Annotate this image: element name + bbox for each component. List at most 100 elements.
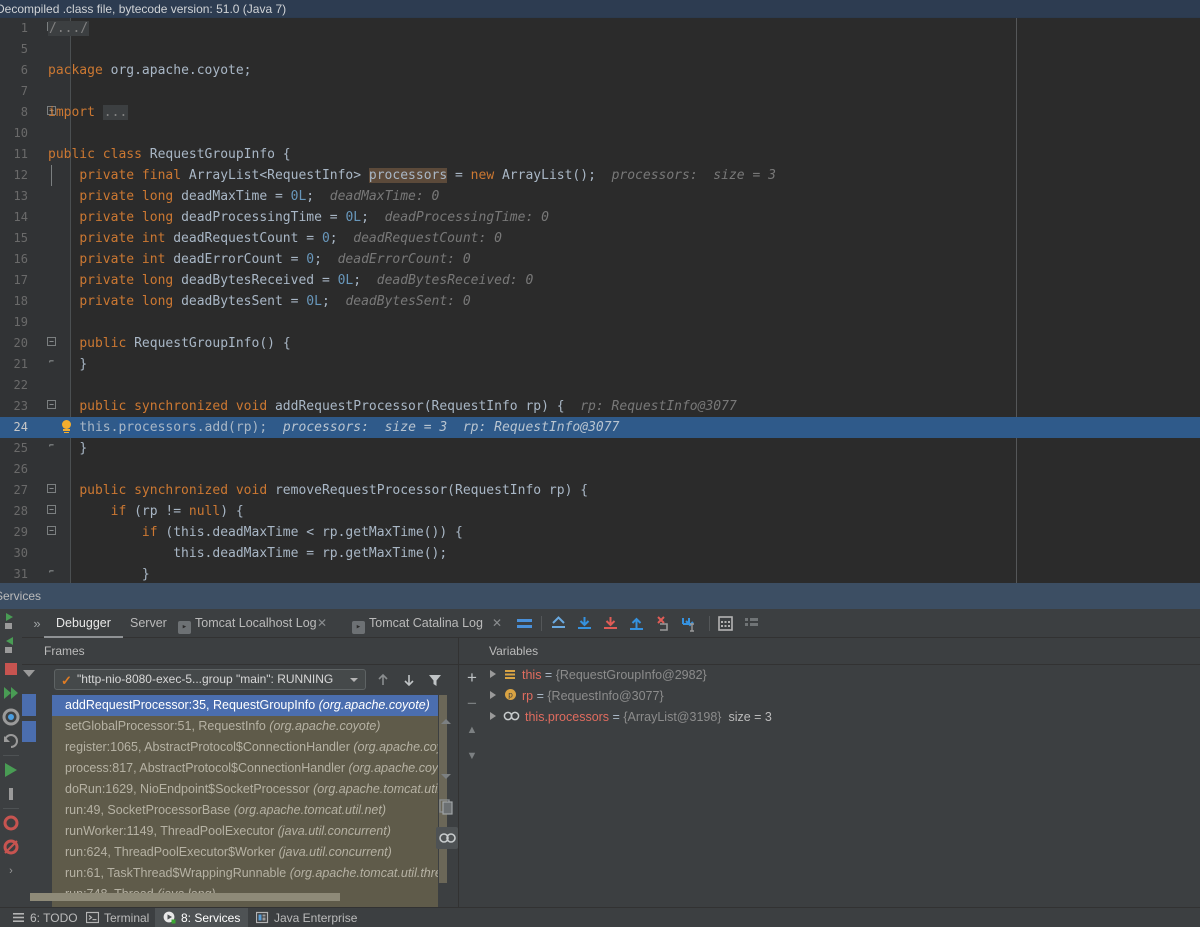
- code-line[interactable]: 22: [0, 375, 1200, 396]
- frame-method: register:1065, AbstractProtocol$Connecti…: [65, 740, 350, 754]
- code-line[interactable]: 31 ⌐ }: [0, 564, 1200, 583]
- thread-selector[interactable]: ✓ "http-nio-8080-exec-5...group "main": …: [54, 669, 366, 690]
- code-line-execution-point[interactable]: 24 this.processors.add(rp); processors: …: [0, 417, 1200, 438]
- code-editor[interactable]: 1 + /.../ 5 6 package org.apache.coyote;…: [0, 18, 1200, 583]
- code-line[interactable]: 12 private final ArrayList<RequestInfo> …: [0, 165, 1200, 186]
- frames-list-item[interactable]: process:817, AbstractProtocol$Connection…: [52, 758, 438, 779]
- step-out-button[interactable]: [627, 614, 646, 633]
- copy-stack-icon[interactable]: [436, 796, 458, 818]
- code-line[interactable]: 23 − public synchronized void addRequest…: [0, 396, 1200, 417]
- code-line[interactable]: 6 package org.apache.coyote;: [0, 60, 1200, 81]
- resume-program-icon[interactable]: [0, 681, 22, 705]
- code-line[interactable]: 30 this.deadMaxTime = rp.getMaxTime();: [0, 543, 1200, 564]
- view-breakpoints-icon[interactable]: [0, 811, 22, 835]
- frames-up-button[interactable]: [374, 671, 392, 689]
- code-line[interactable]: 19: [0, 312, 1200, 333]
- code-line[interactable]: 21 ⌐ }: [0, 354, 1200, 375]
- code-line[interactable]: 20 − public RequestGroupInfo() {: [0, 333, 1200, 354]
- variables-list[interactable]: this = {RequestGroupInfo@2982} p rp = {Re…: [485, 665, 1200, 907]
- show-execution-point-button[interactable]: [549, 614, 568, 633]
- tab-tomcat-localhost-log[interactable]: ▸ Tomcat Localhost Log: [168, 609, 327, 638]
- folded-imports-chip[interactable]: ...: [102, 105, 129, 120]
- collapse-frames-icon[interactable]: [23, 670, 35, 677]
- variable-row[interactable]: p rp = {RequestInfo@3077}: [485, 686, 1200, 707]
- code-line[interactable]: 5: [0, 39, 1200, 60]
- status-tool-todo[interactable]: 6: TODO: [4, 908, 86, 927]
- mute-breakpoints-icon[interactable]: [0, 835, 22, 859]
- filter-frames-button[interactable]: [426, 671, 444, 689]
- run-to-cursor-button[interactable]: [679, 614, 698, 633]
- code-line[interactable]: 17 private long deadBytesReceived = 0L; …: [0, 270, 1200, 291]
- remove-watch-button[interactable]: −: [459, 691, 485, 717]
- rerun-icon[interactable]: [0, 609, 22, 633]
- code-line[interactable]: 1 + /.../: [0, 18, 1200, 39]
- code-line[interactable]: 14 private long deadProcessingTime = 0L;…: [0, 207, 1200, 228]
- frames-list-item[interactable]: doRun:1629, NioEndpoint$SocketProcessor …: [52, 779, 438, 800]
- code-line[interactable]: 7: [0, 81, 1200, 102]
- frames-list-item[interactable]: setGlobalProcessor:51, RequestInfo (org.…: [52, 716, 438, 737]
- variable-equals: =: [533, 689, 548, 703]
- frames-scroll-down-button[interactable]: [437, 768, 455, 786]
- services-tool-window-header[interactable]: Services: [0, 583, 1200, 609]
- stop-icon[interactable]: [0, 657, 22, 681]
- frames-horizontal-scrollbar[interactable]: [30, 893, 416, 901]
- frames-list-item[interactable]: runWorker:1149, ThreadPoolExecutor (java…: [52, 821, 438, 842]
- frames-scroll-up-button[interactable]: [437, 713, 455, 731]
- frames-list-item[interactable]: run:61, TaskThread$WrappingRunnable (org…: [52, 863, 438, 884]
- frame-package: (org.apache.tomcat.util.threads): [289, 866, 438, 880]
- settings-gear-icon[interactable]: [0, 705, 22, 729]
- code-line[interactable]: 8 + import ...: [0, 102, 1200, 123]
- expand-triangle-icon[interactable]: [490, 691, 496, 699]
- debugger-action-strip[interactable]: ›: [0, 609, 22, 907]
- move-watch-up-button[interactable]: ▲: [459, 717, 485, 743]
- code-line[interactable]: 18 private long deadBytesSent = 0L; dead…: [0, 291, 1200, 312]
- code-line[interactable]: 25 ⌐ }: [0, 438, 1200, 459]
- step-over-button[interactable]: [575, 614, 594, 633]
- code-line[interactable]: 16 private int deadErrorCount = 0; deadE…: [0, 249, 1200, 270]
- force-step-into-button[interactable]: [653, 614, 672, 633]
- frames-sidebar[interactable]: [22, 665, 36, 907]
- expand-triangle-icon[interactable]: [490, 712, 496, 720]
- code-line[interactable]: 29 − if (this.deadMaxTime < rp.getMaxTim…: [0, 522, 1200, 543]
- evaluate-expression-button[interactable]: [716, 614, 735, 633]
- code-line[interactable]: 15 private int deadRequestCount = 0; dea…: [0, 228, 1200, 249]
- frames-list-item[interactable]: addRequestProcessor:35, RequestGroupInfo…: [52, 695, 438, 716]
- status-tool-java-enterprise[interactable]: Java Enterprise: [248, 908, 365, 927]
- add-watch-button[interactable]: +: [459, 665, 485, 691]
- run-icon[interactable]: [0, 758, 22, 782]
- line-content: import ...: [48, 102, 129, 123]
- frames-list-item[interactable]: register:1065, AbstractProtocol$Connecti…: [52, 737, 438, 758]
- variable-row[interactable]: this.processors = {ArrayList@3198} size …: [485, 707, 1200, 728]
- code-line[interactable]: 27 − public synchronized void removeRequ…: [0, 480, 1200, 501]
- frames-list-item[interactable]: run:624, ThreadPoolExecutor$Worker (java…: [52, 842, 438, 863]
- layout-settings-button[interactable]: [742, 614, 761, 633]
- code-line[interactable]: 13 private long deadMaxTime = 0L; deadMa…: [0, 186, 1200, 207]
- move-watch-down-button[interactable]: ▼: [459, 743, 485, 769]
- code-line[interactable]: 26: [0, 459, 1200, 480]
- pause-icon[interactable]: [0, 782, 22, 806]
- tab-tomcat-catalina-log[interactable]: ▸ Tomcat Catalina Log: [342, 609, 493, 638]
- code-line[interactable]: 11 public class RequestGroupInfo { publi…: [0, 144, 1200, 165]
- frames-down-button[interactable]: [400, 671, 418, 689]
- variable-row[interactable]: this = {RequestGroupInfo@2982}: [485, 665, 1200, 686]
- variable-value: {RequestInfo@3077}: [547, 689, 664, 703]
- step-into-button[interactable]: [601, 614, 620, 633]
- status-tool-services[interactable]: 8: Services: [155, 908, 249, 927]
- code-line[interactable]: 28 − if (rp != null) {: [0, 501, 1200, 522]
- tab-debugger[interactable]: Debugger: [44, 609, 123, 638]
- chevron-down-icon[interactable]: [350, 678, 358, 682]
- code-token: org.apache.coyote;: [102, 63, 252, 78]
- strip-more-icon[interactable]: ›: [0, 859, 22, 883]
- scrollbar-thumb[interactable]: [30, 893, 340, 901]
- stop-rerun-icon[interactable]: [0, 633, 22, 657]
- code-line[interactable]: 10: [0, 123, 1200, 144]
- frames-list-item[interactable]: run:49, SocketProcessorBase (org.apache.…: [52, 800, 438, 821]
- restore-layout-icon[interactable]: [0, 729, 22, 753]
- inline-watch-toggle-icon[interactable]: [436, 827, 458, 849]
- close-tab-catalina-icon[interactable]: ✕: [492, 609, 502, 638]
- status-tool-terminal[interactable]: Terminal: [78, 908, 157, 927]
- mute-breakpoints-button[interactable]: [515, 614, 534, 633]
- expand-triangle-icon[interactable]: [490, 670, 496, 678]
- close-tab-localhost-icon[interactable]: ✕: [317, 609, 327, 638]
- folded-comment-chip[interactable]: /.../: [48, 21, 90, 36]
